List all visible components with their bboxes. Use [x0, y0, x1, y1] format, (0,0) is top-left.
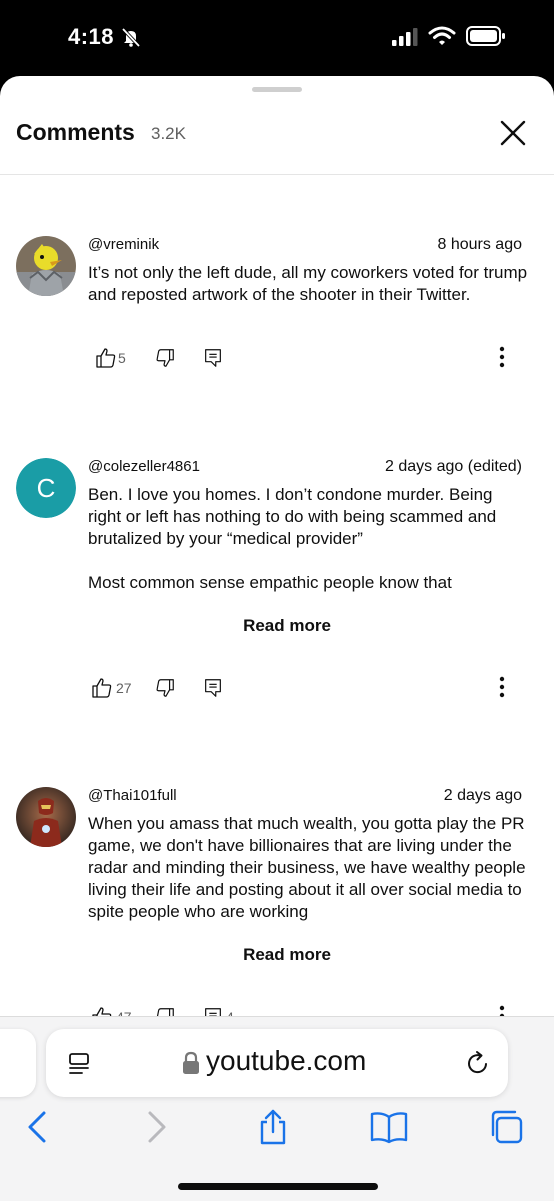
- previous-tab-peek[interactable]: [0, 1029, 36, 1097]
- thumbs-down-icon[interactable]: [154, 347, 176, 369]
- home-indicator[interactable]: [178, 1183, 378, 1190]
- battery-icon: [466, 26, 506, 46]
- comment-time: 8 hours ago: [437, 236, 522, 253]
- avatar[interactable]: [16, 787, 76, 847]
- reload-icon[interactable]: [464, 1049, 492, 1077]
- comment-count: 3.2K: [151, 124, 186, 143]
- wifi-icon: [428, 25, 456, 47]
- read-more-button[interactable]: Read more: [0, 945, 554, 965]
- comment-text: Ben. I love you homes. I don’t condone m…: [88, 485, 497, 592]
- back-icon[interactable]: [20, 1109, 54, 1145]
- thumbs-down-icon[interactable]: [154, 677, 176, 699]
- comment-actions: 5: [0, 346, 554, 376]
- comment-author[interactable]: @vreminik: [88, 236, 159, 253]
- comment-text: When you amass that much wealth, you got…: [88, 814, 531, 921]
- address-bar[interactable]: youtube.com: [46, 1029, 508, 1097]
- forward-icon[interactable]: [140, 1109, 174, 1145]
- comment-text: It’s not only the left dude, all my cowo…: [88, 263, 532, 304]
- thumbs-up-icon[interactable]: [90, 676, 114, 700]
- comment-author[interactable]: @Thai101full: [88, 787, 177, 804]
- tabs-icon[interactable]: [488, 1109, 523, 1145]
- reader-icon[interactable]: [66, 1051, 92, 1077]
- status-bar: 4:18: [0, 0, 554, 76]
- lock-icon: [182, 1051, 200, 1075]
- sheet-title: Comments: [16, 119, 135, 145]
- browser-toolbar: youtube.com: [0, 1016, 554, 1201]
- sheet-grabber[interactable]: [252, 87, 302, 92]
- more-options-icon[interactable]: [492, 342, 512, 372]
- bell-slash-icon: [120, 26, 142, 48]
- avatar[interactable]: [16, 236, 76, 296]
- cellular-signal-icon: [392, 27, 418, 47]
- sheet-header: Comments 3.2K: [0, 104, 554, 175]
- url-text[interactable]: youtube.com: [206, 1045, 366, 1077]
- thumbs-up-icon[interactable]: [94, 346, 118, 370]
- avatar-letter: C: [16, 458, 76, 518]
- comment-time: 2 days ago (edited): [385, 458, 522, 475]
- like-count: 27: [116, 680, 132, 696]
- close-icon[interactable]: [496, 116, 530, 150]
- read-more-button[interactable]: Read more: [0, 616, 554, 636]
- status-time: 4:18: [68, 24, 115, 49]
- share-icon[interactable]: [256, 1109, 290, 1145]
- comment-author[interactable]: @colezeller4861: [88, 458, 200, 475]
- comment-actions: 27: [0, 676, 554, 706]
- comment-time: 2 days ago: [443, 787, 522, 804]
- reply-icon[interactable]: [202, 677, 224, 699]
- reply-icon[interactable]: [202, 347, 224, 369]
- more-options-icon[interactable]: [492, 672, 512, 702]
- avatar[interactable]: C: [16, 458, 76, 518]
- bookmarks-icon[interactable]: [370, 1109, 408, 1145]
- like-count: 5: [118, 350, 126, 366]
